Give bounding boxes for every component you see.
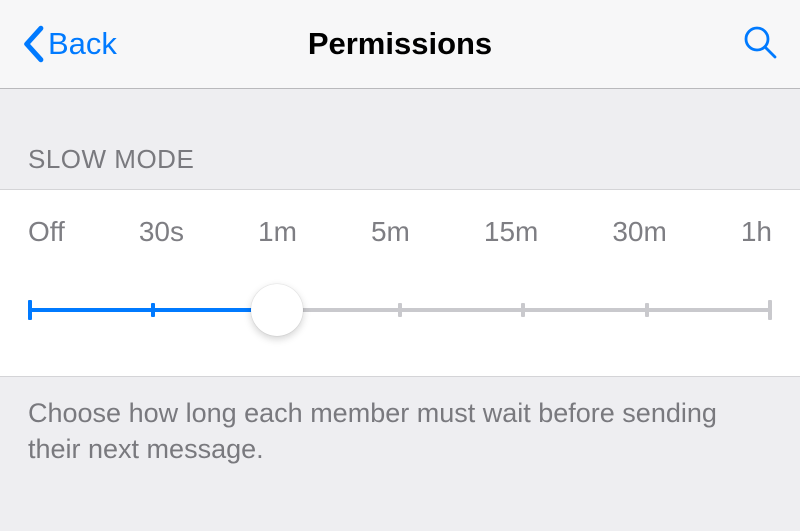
slider-label: 5m bbox=[371, 216, 410, 248]
search-icon bbox=[742, 24, 778, 60]
slider-tick bbox=[768, 300, 772, 320]
section-footer: Choose how long each member must wait be… bbox=[0, 377, 800, 468]
slider-label: 30s bbox=[139, 216, 184, 248]
slider-label: 30m bbox=[612, 216, 666, 248]
section-header: SLOW MODE bbox=[0, 89, 800, 189]
slider-label: 1h bbox=[741, 216, 772, 248]
slow-mode-panel: Off 30s 1m 5m 15m 30m 1h bbox=[0, 189, 800, 377]
back-button[interactable]: Back bbox=[22, 25, 117, 63]
slider-label: Off bbox=[28, 216, 65, 248]
slow-mode-slider[interactable] bbox=[30, 288, 770, 332]
chevron-left-icon bbox=[22, 25, 44, 63]
slider-thumb[interactable] bbox=[251, 284, 303, 336]
slider-tick bbox=[28, 300, 32, 320]
slider-label: 15m bbox=[484, 216, 538, 248]
navbar: Back Permissions bbox=[0, 0, 800, 89]
slider-tick bbox=[521, 303, 525, 317]
search-button[interactable] bbox=[742, 24, 778, 65]
slider-label: 1m bbox=[258, 216, 297, 248]
slider-tick bbox=[398, 303, 402, 317]
back-label: Back bbox=[48, 26, 117, 62]
slider-tick bbox=[151, 303, 155, 317]
slider-tick bbox=[645, 303, 649, 317]
slider-labels: Off 30s 1m 5m 15m 30m 1h bbox=[28, 216, 772, 248]
page-title: Permissions bbox=[0, 26, 800, 62]
